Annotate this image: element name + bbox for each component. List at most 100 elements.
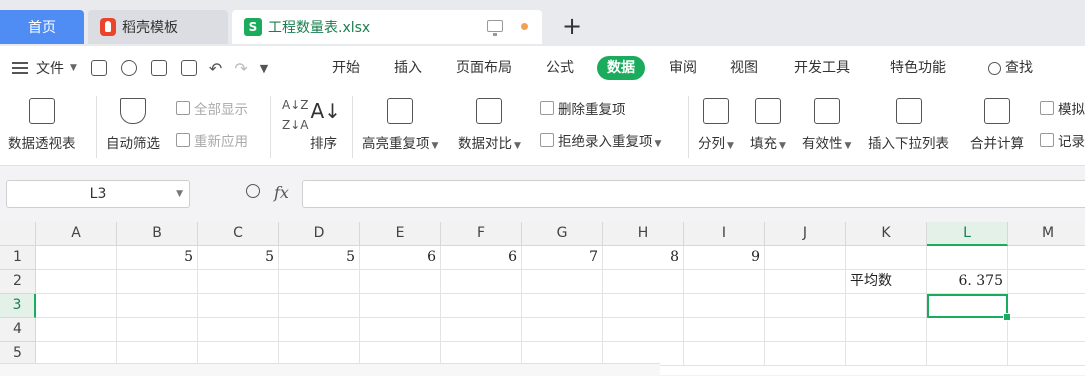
cell-e4[interactable] bbox=[360, 318, 441, 342]
chevron-down-icon[interactable]: ▼ bbox=[70, 63, 77, 73]
cell-j1[interactable] bbox=[765, 246, 846, 270]
reapply-button[interactable]: 重新应用 bbox=[176, 130, 248, 150]
column-header-k[interactable]: K bbox=[846, 222, 927, 246]
cell-l4[interactable] bbox=[927, 318, 1008, 342]
cell-g4[interactable] bbox=[522, 318, 603, 342]
cell-g1[interactable]: 7 bbox=[522, 246, 603, 270]
show-all-button[interactable]: 全部显示 bbox=[176, 98, 248, 118]
cell-i2[interactable] bbox=[684, 270, 765, 294]
cell-h1[interactable]: 8 bbox=[603, 246, 684, 270]
cell-c1[interactable]: 5 bbox=[198, 246, 279, 270]
column-header-b[interactable]: B bbox=[117, 222, 198, 246]
cell-m5[interactable] bbox=[1008, 342, 1085, 366]
cell-f1[interactable]: 6 bbox=[441, 246, 522, 270]
cell-i3[interactable] bbox=[684, 294, 765, 318]
cell-d2[interactable] bbox=[279, 270, 360, 294]
cell-i4[interactable] bbox=[684, 318, 765, 342]
cell-m1[interactable] bbox=[1008, 246, 1085, 270]
cell-c4[interactable] bbox=[198, 318, 279, 342]
column-header-a[interactable]: A bbox=[36, 222, 117, 246]
cell-h4[interactable] bbox=[603, 318, 684, 342]
cell-g3[interactable] bbox=[522, 294, 603, 318]
cell-h3[interactable] bbox=[603, 294, 684, 318]
cell-j5[interactable] bbox=[765, 342, 846, 366]
sort-button[interactable]: A↓ 排序 bbox=[310, 98, 341, 152]
cell-l2[interactable]: 6. 375 bbox=[927, 270, 1008, 294]
cell-d3[interactable] bbox=[279, 294, 360, 318]
cell-i1[interactable]: 9 bbox=[684, 246, 765, 270]
consolidate-button[interactable]: 合并计算 bbox=[970, 98, 1024, 152]
fill-button[interactable]: 填充 ▼ bbox=[750, 98, 786, 152]
cell-m4[interactable] bbox=[1008, 318, 1085, 342]
row-header-1[interactable]: 1 bbox=[0, 246, 36, 270]
file-menu[interactable]: 文件 bbox=[36, 58, 64, 78]
name-box[interactable]: L3 ▼ bbox=[6, 180, 190, 208]
monitor-icon[interactable] bbox=[487, 20, 503, 36]
cell-b1[interactable]: 5 bbox=[117, 246, 198, 270]
row-header-4[interactable]: 4 bbox=[0, 318, 36, 342]
cell-a3[interactable] bbox=[36, 294, 117, 318]
format-painter-icon[interactable] bbox=[120, 60, 137, 76]
cell-d1[interactable]: 5 bbox=[279, 246, 360, 270]
more-icon[interactable]: ▼ bbox=[260, 62, 268, 75]
cell-e2[interactable] bbox=[360, 270, 441, 294]
formula-input[interactable] bbox=[302, 180, 1085, 208]
cell-e1[interactable]: 6 bbox=[360, 246, 441, 270]
validity-button[interactable]: 有效性 ▼ bbox=[802, 98, 851, 152]
column-header-d[interactable]: D bbox=[279, 222, 360, 246]
menu-search[interactable]: 查找 bbox=[982, 56, 1039, 80]
cell-j4[interactable] bbox=[765, 318, 846, 342]
zoom-icon[interactable] bbox=[246, 184, 260, 198]
print-icon[interactable] bbox=[150, 60, 167, 76]
data-compare-button[interactable]: 数据对比 ▼ bbox=[458, 98, 521, 152]
split-button[interactable]: 分列 ▼ bbox=[698, 98, 734, 152]
column-header-i[interactable]: I bbox=[684, 222, 765, 246]
column-header-e[interactable]: E bbox=[360, 222, 441, 246]
cell-k3[interactable] bbox=[846, 294, 927, 318]
redo-icon[interactable]: ↷ bbox=[234, 59, 247, 78]
chevron-down-icon[interactable]: ▼ bbox=[176, 189, 183, 199]
row-header-2[interactable]: 2 bbox=[0, 270, 36, 294]
column-header-g[interactable]: G bbox=[522, 222, 603, 246]
cell-g2[interactable] bbox=[522, 270, 603, 294]
menu-view[interactable]: 视图 bbox=[724, 56, 764, 80]
column-header-c[interactable]: C bbox=[198, 222, 279, 246]
new-tab-button[interactable]: + bbox=[558, 12, 586, 40]
delete-duplicates-button[interactable]: 删除重复项 bbox=[540, 98, 626, 118]
record-button[interactable]: 记录 bbox=[1040, 130, 1085, 150]
row-header-3[interactable]: 3 bbox=[0, 294, 36, 318]
menu-start[interactable]: 开始 bbox=[326, 56, 366, 80]
cell-l5[interactable] bbox=[927, 342, 1008, 366]
cell-f4[interactable] bbox=[441, 318, 522, 342]
cell-k2[interactable]: 平均数 bbox=[846, 270, 927, 294]
column-header-m[interactable]: M bbox=[1008, 222, 1085, 246]
menu-developer[interactable]: 开发工具 bbox=[788, 56, 856, 80]
autofilter-button[interactable]: 自动筛选 bbox=[106, 98, 160, 152]
cell-d4[interactable] bbox=[279, 318, 360, 342]
cell-b3[interactable] bbox=[117, 294, 198, 318]
cell-b4[interactable] bbox=[117, 318, 198, 342]
cell-c2[interactable] bbox=[198, 270, 279, 294]
sort-desc-icon[interactable]: Z↓A bbox=[282, 118, 308, 132]
column-header-l[interactable]: L bbox=[927, 222, 1008, 246]
cell-a4[interactable] bbox=[36, 318, 117, 342]
fx-icon[interactable]: fx bbox=[274, 183, 289, 202]
cell-l1[interactable] bbox=[927, 246, 1008, 270]
reject-duplicates-button[interactable]: 拒绝录入重复项 ▼ bbox=[540, 130, 661, 150]
insert-dropdown-button[interactable]: 插入下拉列表 bbox=[868, 98, 949, 152]
print-preview-icon[interactable] bbox=[180, 60, 197, 76]
cell-k5[interactable] bbox=[846, 342, 927, 366]
mock-button[interactable]: 模拟 bbox=[1040, 98, 1085, 118]
cell-f2[interactable] bbox=[441, 270, 522, 294]
cell-j2[interactable] bbox=[765, 270, 846, 294]
column-header-j[interactable]: J bbox=[765, 222, 846, 246]
fill-handle[interactable] bbox=[1003, 313, 1011, 321]
menu-page-layout[interactable]: 页面布局 bbox=[450, 56, 518, 80]
cell-k1[interactable] bbox=[846, 246, 927, 270]
pivot-table-button[interactable]: 数据透视表 bbox=[8, 98, 76, 152]
cell-m3[interactable] bbox=[1008, 294, 1085, 318]
column-header-h[interactable]: H bbox=[603, 222, 684, 246]
menu-insert[interactable]: 插入 bbox=[388, 56, 428, 80]
menu-formula[interactable]: 公式 bbox=[540, 56, 580, 80]
hamburger-icon[interactable] bbox=[12, 62, 28, 74]
